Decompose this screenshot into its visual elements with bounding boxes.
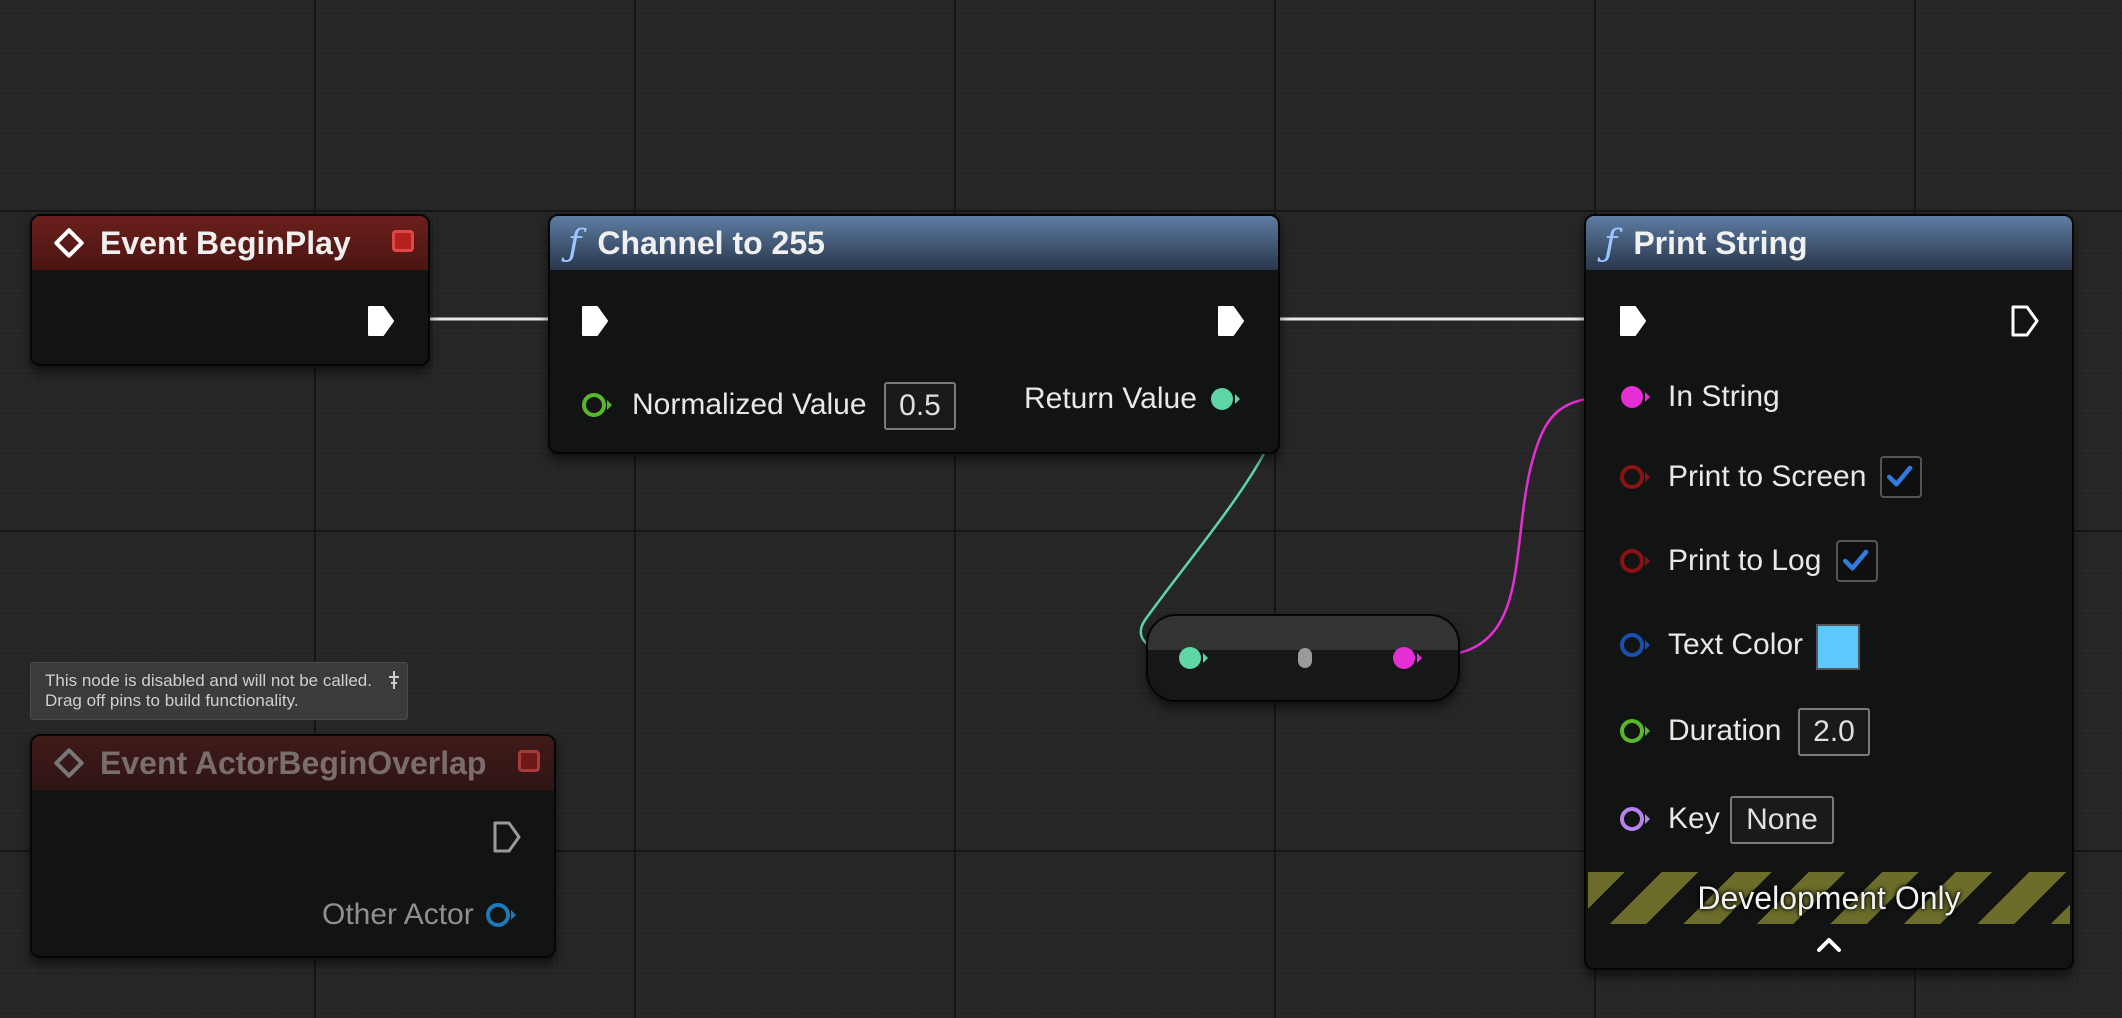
function-icon: ƒ xyxy=(1604,222,1618,264)
pin-label-print-to-log: Print to Log xyxy=(1668,544,1822,577)
string-output-pin-icon[interactable] xyxy=(1390,645,1424,671)
float-input-pin-icon[interactable] xyxy=(580,392,614,418)
normalized-value-input[interactable]: 0.5 xyxy=(884,382,956,430)
print-to-log-checkbox[interactable] xyxy=(1836,540,1878,582)
string-input-pin-icon[interactable] xyxy=(1618,384,1652,410)
pin-label-normalized-value: Normalized Value xyxy=(632,388,867,421)
checkmark-icon xyxy=(1842,549,1869,571)
checkmark-icon xyxy=(1886,465,1913,487)
node-print-string[interactable]: ƒ Print String In String Print to Screen… xyxy=(1584,214,2074,970)
tooltip-line-2: Drag off pins to build functionality. xyxy=(45,691,299,710)
key-input[interactable]: None xyxy=(1730,796,1834,844)
tooltip-line-1: This node is disabled and will not be ca… xyxy=(45,671,372,690)
pin-label-duration: Duration xyxy=(1668,714,1782,747)
exec-input-pin-icon[interactable] xyxy=(580,304,610,338)
pin-icon[interactable] xyxy=(387,669,401,691)
node-channel-to-255[interactable]: ƒ Channel to 255 Normalized Value 0.5 Re… xyxy=(548,214,1280,454)
stop-icon xyxy=(518,750,540,772)
node-title: Print String xyxy=(1633,224,1808,261)
pin-label-other-actor: Other Actor xyxy=(322,898,474,931)
float-input-pin-icon[interactable] xyxy=(1618,718,1652,744)
node-header[interactable]: Event ActorBeginOverlap xyxy=(32,736,554,790)
node-header[interactable]: Event BeginPlay xyxy=(32,216,428,270)
node-title: Channel to 255 xyxy=(597,224,825,261)
name-input-pin-icon[interactable] xyxy=(1618,806,1652,832)
pin-label-return-value: Return Value xyxy=(1024,382,1197,415)
node-title: Event BeginPlay xyxy=(100,224,351,261)
print-to-screen-checkbox[interactable] xyxy=(1880,456,1922,498)
pin-label-print-to-screen: Print to Screen xyxy=(1668,460,1867,493)
exec-output-pin-icon[interactable] xyxy=(366,304,396,338)
reroute-conversion-node[interactable] xyxy=(1146,614,1460,702)
exec-output-pin-icon[interactable] xyxy=(2010,304,2040,338)
duration-input[interactable]: 2.0 xyxy=(1798,708,1870,756)
pin-label-key: Key xyxy=(1668,802,1720,835)
node-header[interactable]: ƒ Print String xyxy=(1586,216,2072,270)
event-diamond-icon xyxy=(53,747,85,779)
event-diamond-icon xyxy=(53,227,85,259)
text-color-swatch[interactable] xyxy=(1816,624,1860,670)
object-output-pin-icon[interactable] xyxy=(484,902,518,928)
stop-icon xyxy=(392,230,414,252)
float-input-pin-icon[interactable] xyxy=(1176,645,1210,671)
exec-input-pin-icon[interactable] xyxy=(1618,304,1648,338)
node-header[interactable]: ƒ Channel to 255 xyxy=(550,216,1278,270)
chevron-up-icon[interactable] xyxy=(1815,934,1843,954)
disabled-node-tooltip: This node is disabled and will not be ca… xyxy=(30,662,408,720)
exec-output-pin-icon[interactable] xyxy=(1216,304,1246,338)
conversion-dot-icon xyxy=(1298,648,1312,668)
float-output-pin-icon[interactable] xyxy=(1208,386,1242,412)
struct-input-pin-icon[interactable] xyxy=(1618,632,1652,658)
exec-output-pin-icon[interactable] xyxy=(492,820,522,854)
development-only-label: Development Only xyxy=(1697,879,1961,916)
node-event-actorbeginoverlap[interactable]: Event ActorBeginOverlap Other Actor xyxy=(30,734,556,958)
bool-input-pin-icon[interactable] xyxy=(1618,464,1652,490)
function-icon: ƒ xyxy=(568,222,582,264)
node-event-beginplay[interactable]: Event BeginPlay xyxy=(30,214,430,366)
development-only-banner: Development Only xyxy=(1588,872,2070,924)
bool-input-pin-icon[interactable] xyxy=(1618,548,1652,574)
pin-label-text-color: Text Color xyxy=(1668,628,1804,661)
node-title: Event ActorBeginOverlap xyxy=(100,744,487,781)
pin-label-in-string: In String xyxy=(1668,380,1780,413)
